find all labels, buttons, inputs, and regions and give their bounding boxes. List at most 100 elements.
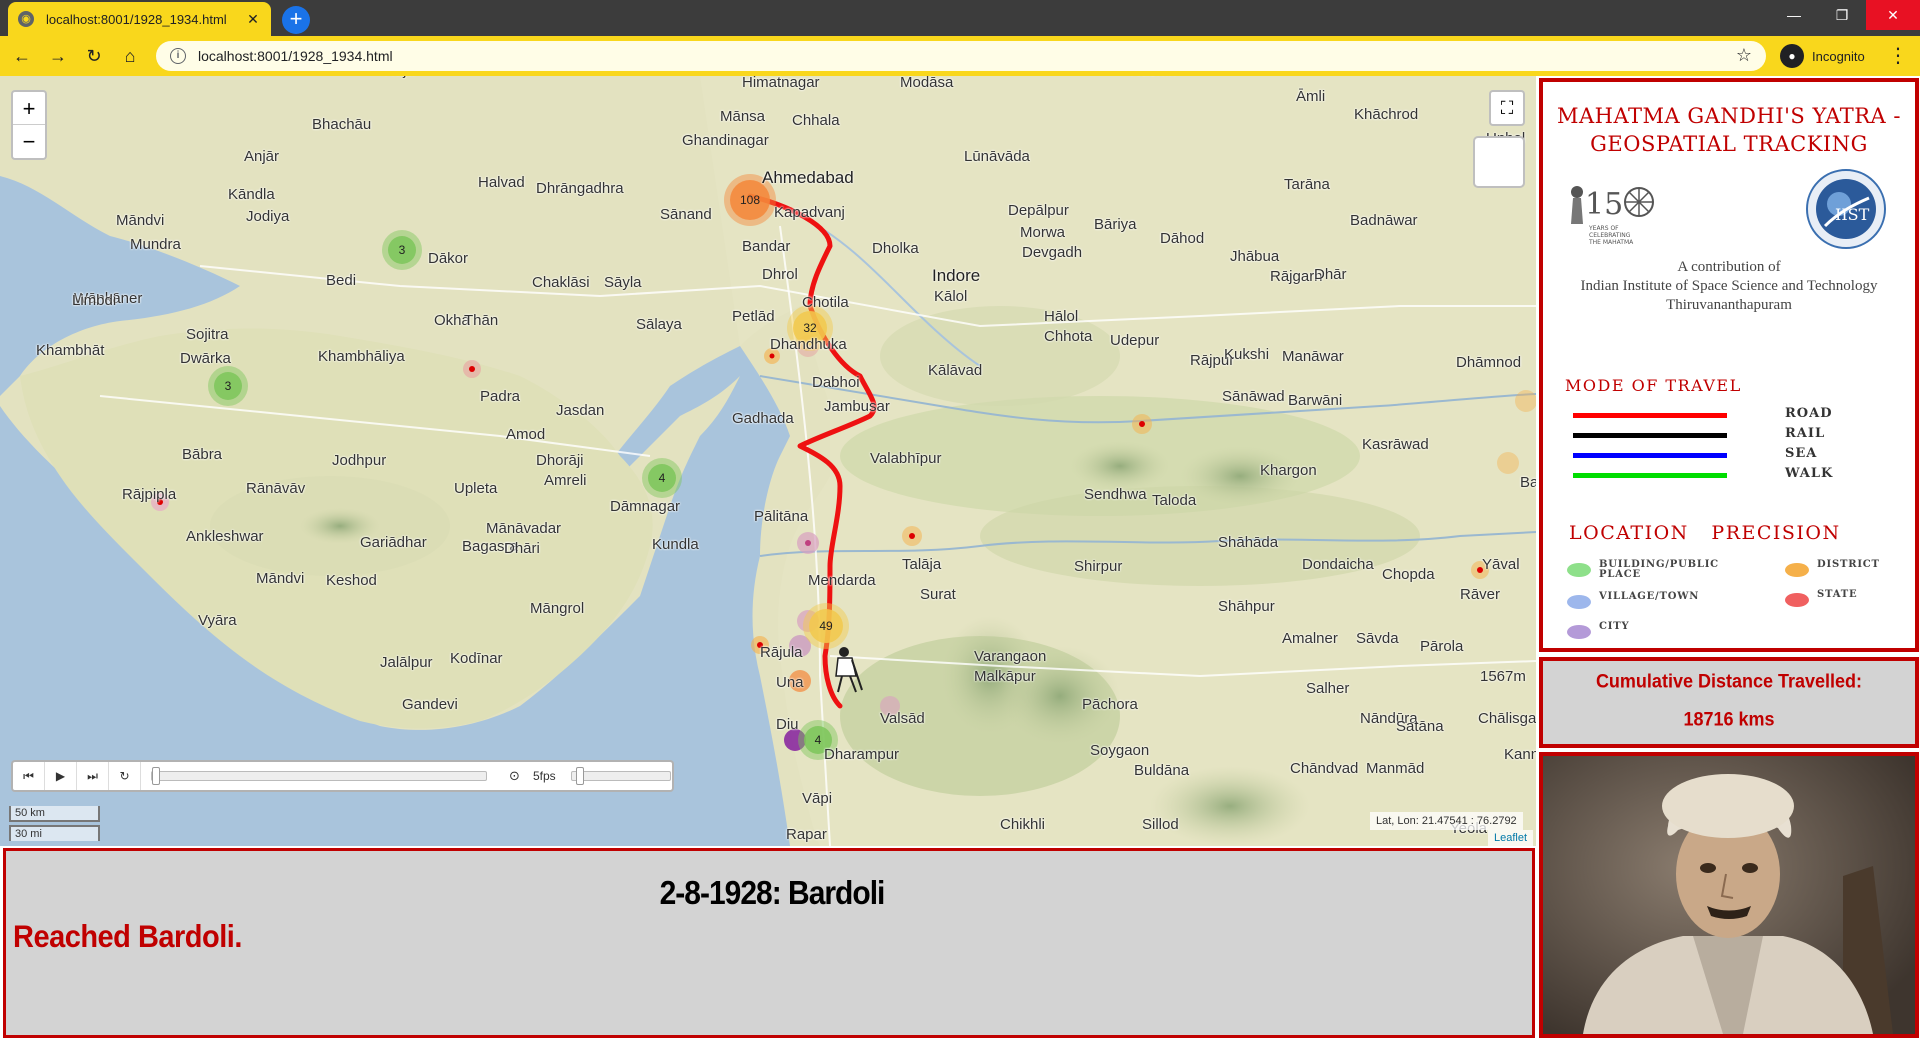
place-label: Depālpur [1008,202,1069,219]
map-view[interactable]: 108 32 49 3 3 4 4 Himatnagar Modāsa Mānsa Chhala G… [0,76,1536,846]
fullscreen-icon[interactable]: ⛶ [1489,90,1525,126]
incognito-badge[interactable]: ● Incognito [1776,41,1888,71]
place-label: Chhota [1044,328,1093,345]
place-label: Mundra [130,236,181,253]
speed-slider[interactable] [571,767,671,785]
event-description: Reached Bardoli. [13,919,242,955]
place-label: Dhorāji [536,452,584,469]
cluster-count: 3 [225,379,232,393]
contribution-text: A contribution of Indian Institute of Sp… [1543,258,1915,315]
mode-legend-row: ROAD [1573,406,1873,426]
gandhi-portrait [1539,752,1919,1038]
marker-cluster[interactable]: 49 [803,603,849,649]
previous-icon[interactable]: ⏮ [13,762,45,790]
place-label: Nashik [1130,76,1176,79]
tab-close-icon[interactable]: ✕ [245,11,261,28]
minimize-button[interactable]: — [1770,0,1818,30]
marker-cluster[interactable]: 4 [642,458,682,498]
timeline-slider-handle[interactable] [152,767,160,785]
place-label: Malkāpur [974,668,1036,685]
tab-title: localhost:8001/1928_1934.html [46,11,227,27]
place-label: Valsād [880,710,925,727]
location-marker[interactable] [1515,390,1536,412]
place-label: Kundla [652,536,699,553]
mode-legend-row: RAIL [1573,426,1873,446]
address-url: localhost:8001/1928_1934.html [198,48,393,64]
place-label: Modāsa [900,76,954,91]
cluster-count: 49 [819,619,833,633]
place-label: Gariādhar [360,534,427,551]
place-label: Chhala [792,112,840,129]
place-label: Khāchrod [1354,106,1419,123]
close-window-button[interactable]: ✕ [1866,0,1920,30]
place-label: Vāpi [802,790,833,807]
place-label: Dākor [428,250,469,267]
timeline-slider[interactable] [151,767,487,785]
place-label: Taloda [1152,492,1197,509]
back-button[interactable]: ← [8,42,36,70]
location-marker[interactable] [1497,452,1519,474]
place-label: Ghandinagar [682,132,769,149]
place-label: Sālaya [636,316,682,333]
place-label: Kasrāwad [1362,436,1429,453]
reload-button[interactable]: ↻ [80,42,108,70]
mode-legend-row: SEA [1573,446,1873,466]
place-label: Salher [1306,680,1350,697]
home-button[interactable]: ⌂ [116,42,144,70]
place-label: Rapar [786,826,827,843]
layer-control-box[interactable] [1473,136,1525,188]
place-label: Dhrol [762,266,798,283]
150-years-logo: 15 YEARS OF CELEBRATING THE MAHATMA [1571,186,1654,246]
precision-swatch [1567,563,1591,577]
place-label: Chaklāsi [532,274,590,291]
svg-text:15: 15 [1585,187,1623,222]
clock-icon: ⊙ [509,768,520,783]
place-label: Sānand [660,206,712,223]
place-label: Amreli [544,472,587,489]
place-label: Banswara [1520,474,1536,491]
place-label: Ankleshwar [186,528,264,545]
zoom-out-button[interactable]: − [13,125,45,158]
iist-logo: IIST [1806,169,1886,249]
place-label: Dholka [872,240,919,257]
speed-slider-handle[interactable] [576,767,584,785]
leaflet-attribution-link[interactable]: Leaflet [1488,830,1534,846]
globe-icon: ◉ [18,11,34,27]
play-icon[interactable]: ▶ [45,762,77,790]
place-label: Thān [464,312,499,329]
location-marker-dot [805,540,811,546]
new-tab-button[interactable]: + [282,6,310,34]
place-label: Pārola [1420,638,1464,655]
place-label: Hālol [1044,308,1079,325]
location-precision-heading: LOCATION PRECISION [1569,522,1841,544]
restore-button[interactable]: ❐ [1818,0,1866,30]
loop-icon[interactable]: ↻ [109,762,141,790]
place-label: Kannad [1504,746,1536,763]
place-label: Una [776,674,804,691]
precision-swatch [1567,625,1591,639]
mode-label: SEA [1785,446,1818,461]
marker-cluster[interactable]: 3 [382,230,422,270]
next-icon[interactable]: ⏭ [77,762,109,790]
info-icon[interactable]: i [170,48,186,64]
precision-label: CITY [1599,621,1630,632]
browser-tab[interactable]: ◉ localhost:8001/1928_1934.html ✕ [8,2,271,36]
event-date-place: 2-8-1928: Bardoli [659,875,886,912]
browser-menu-icon[interactable]: ⋮ [1888,42,1908,70]
place-label: Morwa [1020,224,1066,241]
location-marker-dot [469,366,475,372]
mode-line-swatch [1573,413,1727,418]
place-label: Manmād [1366,760,1425,777]
cluster-count: 108 [740,193,760,207]
place-label: Devgadh [1022,244,1083,261]
forward-button[interactable]: → [44,42,72,70]
bookmark-star-icon[interactable]: ☆ [1736,45,1752,66]
marker-cluster[interactable]: 3 [208,366,248,406]
place-label: Māndvi [256,570,305,587]
place-label: Vyāra [198,612,237,629]
place-label: Jodiya [246,208,290,225]
zoom-in-button[interactable]: + [13,92,45,125]
place-label: Jhābua [1230,248,1280,265]
address-bar[interactable]: i localhost:8001/1928_1934.html ☆ [156,41,1766,71]
place-label: Varangaon [974,648,1047,665]
